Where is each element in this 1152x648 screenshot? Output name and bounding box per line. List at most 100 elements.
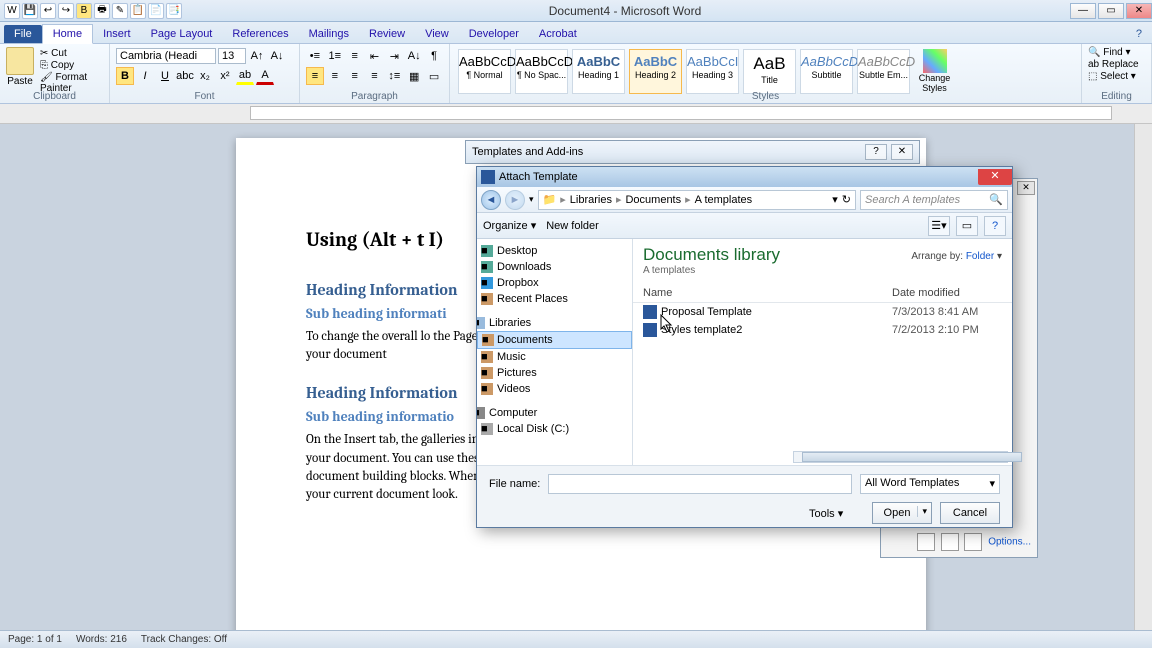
attach-close-button[interactable]: ✕ <box>978 169 1012 185</box>
status-track[interactable]: Track Changes: Off <box>141 634 227 645</box>
qat-icon-6[interactable]: ✎ <box>112 3 128 19</box>
crumb-dropdown-icon[interactable]: ▾ <box>832 193 838 206</box>
style-heading-1[interactable]: AaBbCHeading 1 <box>572 49 625 94</box>
shrink-font-icon[interactable]: A↓ <box>268 47 286 65</box>
new-folder-button[interactable]: New folder <box>546 220 599 232</box>
maximize-button[interactable]: ▭ <box>1098 3 1124 19</box>
strike-button[interactable]: abc <box>176 67 194 85</box>
search-input[interactable]: Search A templates 🔍 <box>860 190 1008 210</box>
tab-home[interactable]: Home <box>42 24 93 44</box>
option-icon-3[interactable] <box>964 533 982 551</box>
tab-file[interactable]: File <box>4 25 42 43</box>
tab-insert[interactable]: Insert <box>93 25 141 43</box>
align-left-icon[interactable]: ≡ <box>306 67 324 85</box>
style-heading-2[interactable]: AaBbCHeading 2 <box>629 49 682 94</box>
style-subtitle[interactable]: AaBbCcDSubtitle <box>800 49 853 94</box>
tab-developer[interactable]: Developer <box>459 25 529 43</box>
cut-button[interactable]: ✂ Cut <box>40 48 103 59</box>
replace-button[interactable]: ab Replace <box>1088 59 1145 70</box>
tab-acrobat[interactable]: Acrobat <box>529 25 587 43</box>
preview-pane-button[interactable]: ▭ <box>956 216 978 236</box>
print-icon[interactable]: 🖶 <box>94 3 110 19</box>
font-size-combo[interactable]: 13 <box>218 48 246 64</box>
view-mode-button[interactable]: ☰▾ <box>928 216 950 236</box>
tree-documents[interactable]: ■Documents <box>477 331 632 349</box>
crumb-libraries[interactable]: Libraries <box>570 194 612 206</box>
vertical-scrollbar[interactable] <box>1134 124 1152 630</box>
chevron-down-icon[interactable]: ▾ <box>529 194 534 205</box>
breadcrumb[interactable]: 📁 ▸ Libraries ▸ Documents ▸ A templates … <box>538 190 856 210</box>
close-button[interactable]: ✕ <box>1126 3 1152 19</box>
file-type-combo[interactable]: All Word Templates ▾ <box>860 474 1000 494</box>
undo-icon[interactable]: ↩ <box>40 3 56 19</box>
option-icon-2[interactable] <box>941 533 959 551</box>
paste-button[interactable]: Paste <box>6 47 34 95</box>
tab-mailings[interactable]: Mailings <box>299 25 359 43</box>
arrange-by[interactable]: Arrange by: Folder ▾ <box>911 251 1002 262</box>
indent-inc-icon[interactable]: ⇥ <box>385 47 403 65</box>
superscript-button[interactable]: x² <box>216 67 234 85</box>
qat-icon-9[interactable]: 📑 <box>166 3 182 19</box>
templates-close-button[interactable]: ✕ <box>891 144 913 160</box>
tree-music[interactable]: ■Music <box>477 349 632 365</box>
tree-dropbox[interactable]: ■Dropbox <box>477 275 632 291</box>
templates-help-button[interactable]: ? <box>865 144 887 160</box>
bullets-icon[interactable]: •≡ <box>306 47 324 65</box>
options-link[interactable]: Options... <box>988 537 1031 548</box>
col-name[interactable]: Name <box>643 287 892 299</box>
select-button[interactable]: ⬚ Select ▾ <box>1088 71 1145 82</box>
style-subtle-em[interactable]: AaBbCcDSubtle Em... <box>857 49 910 94</box>
style-normal[interactable]: AaBbCcD¶ Normal <box>458 49 511 94</box>
grow-font-icon[interactable]: A↑ <box>248 47 266 65</box>
tree-videos[interactable]: ■Videos <box>477 381 632 397</box>
crumb-documents[interactable]: Documents <box>625 194 681 206</box>
tree-recent[interactable]: ■Recent Places <box>477 291 632 307</box>
tab-page-layout[interactable]: Page Layout <box>141 25 223 43</box>
align-center-icon[interactable]: ≡ <box>326 67 344 85</box>
copy-button[interactable]: ⎘ Copy <box>40 60 103 71</box>
crumb-atemplates[interactable]: A templates <box>695 194 752 206</box>
nav-back-button[interactable]: ◄ <box>481 190 501 210</box>
indent-dec-icon[interactable]: ⇤ <box>366 47 384 65</box>
change-styles-button[interactable]: Change Styles <box>912 47 957 93</box>
col-date[interactable]: Date modified <box>892 287 1002 299</box>
show-marks-icon[interactable]: ¶ <box>425 47 443 65</box>
tree-local-disk[interactable]: ■Local Disk (C:) <box>477 421 632 437</box>
minimize-button[interactable]: — <box>1070 3 1096 19</box>
highlight-button[interactable]: ab <box>236 67 254 85</box>
tree-downloads[interactable]: ■Downloads <box>477 259 632 275</box>
italic-button[interactable]: I <box>136 67 154 85</box>
style-title[interactable]: AaBTitle <box>743 49 796 94</box>
help-icon[interactable]: ? <box>1126 25 1152 43</box>
tree-computer[interactable]: ■Computer <box>477 405 632 421</box>
tree-pictures[interactable]: ■Pictures <box>477 365 632 381</box>
multilevel-icon[interactable]: ≡ <box>346 47 364 65</box>
tree-desktop[interactable]: ■Desktop <box>477 243 632 259</box>
style-heading-3[interactable]: AaBbCcIHeading 3 <box>686 49 739 94</box>
qat-icon-8[interactable]: 📄 <box>148 3 164 19</box>
organize-button[interactable]: Organize ▾ <box>483 219 536 232</box>
open-button[interactable]: Open <box>872 502 932 524</box>
bold-icon[interactable]: B <box>76 3 92 19</box>
tree-libraries[interactable]: ■Libraries <box>477 315 632 331</box>
justify-icon[interactable]: ≡ <box>366 67 384 85</box>
file-row-0[interactable]: Proposal Template 7/3/2013 8:41 AM <box>633 303 1012 321</box>
font-color-button[interactable]: A <box>256 67 274 85</box>
file-row-1[interactable]: Styles template2 7/2/2013 2:10 PM <box>633 321 1012 339</box>
tab-review[interactable]: Review <box>359 25 415 43</box>
style-no-spacing[interactable]: AaBbCcD¶ No Spac... <box>515 49 568 94</box>
numbering-icon[interactable]: 1≡ <box>326 47 344 65</box>
status-words[interactable]: Words: 216 <box>76 634 127 645</box>
underline-button[interactable]: U <box>156 67 174 85</box>
status-page[interactable]: Page: 1 of 1 <box>8 634 62 645</box>
option-icon-1[interactable] <box>917 533 935 551</box>
tab-references[interactable]: References <box>222 25 298 43</box>
options-close-button[interactable]: ✕ <box>1017 181 1035 195</box>
refresh-icon[interactable]: ↻ <box>842 193 851 206</box>
help-button[interactable]: ? <box>984 216 1006 236</box>
tools-button[interactable]: Tools ▾ <box>809 507 843 520</box>
font-name-combo[interactable]: Cambria (Headi <box>116 48 216 64</box>
qat-icon-7[interactable]: 📋 <box>130 3 146 19</box>
save-icon[interactable]: 💾 <box>22 3 38 19</box>
redo-icon[interactable]: ↪ <box>58 3 74 19</box>
